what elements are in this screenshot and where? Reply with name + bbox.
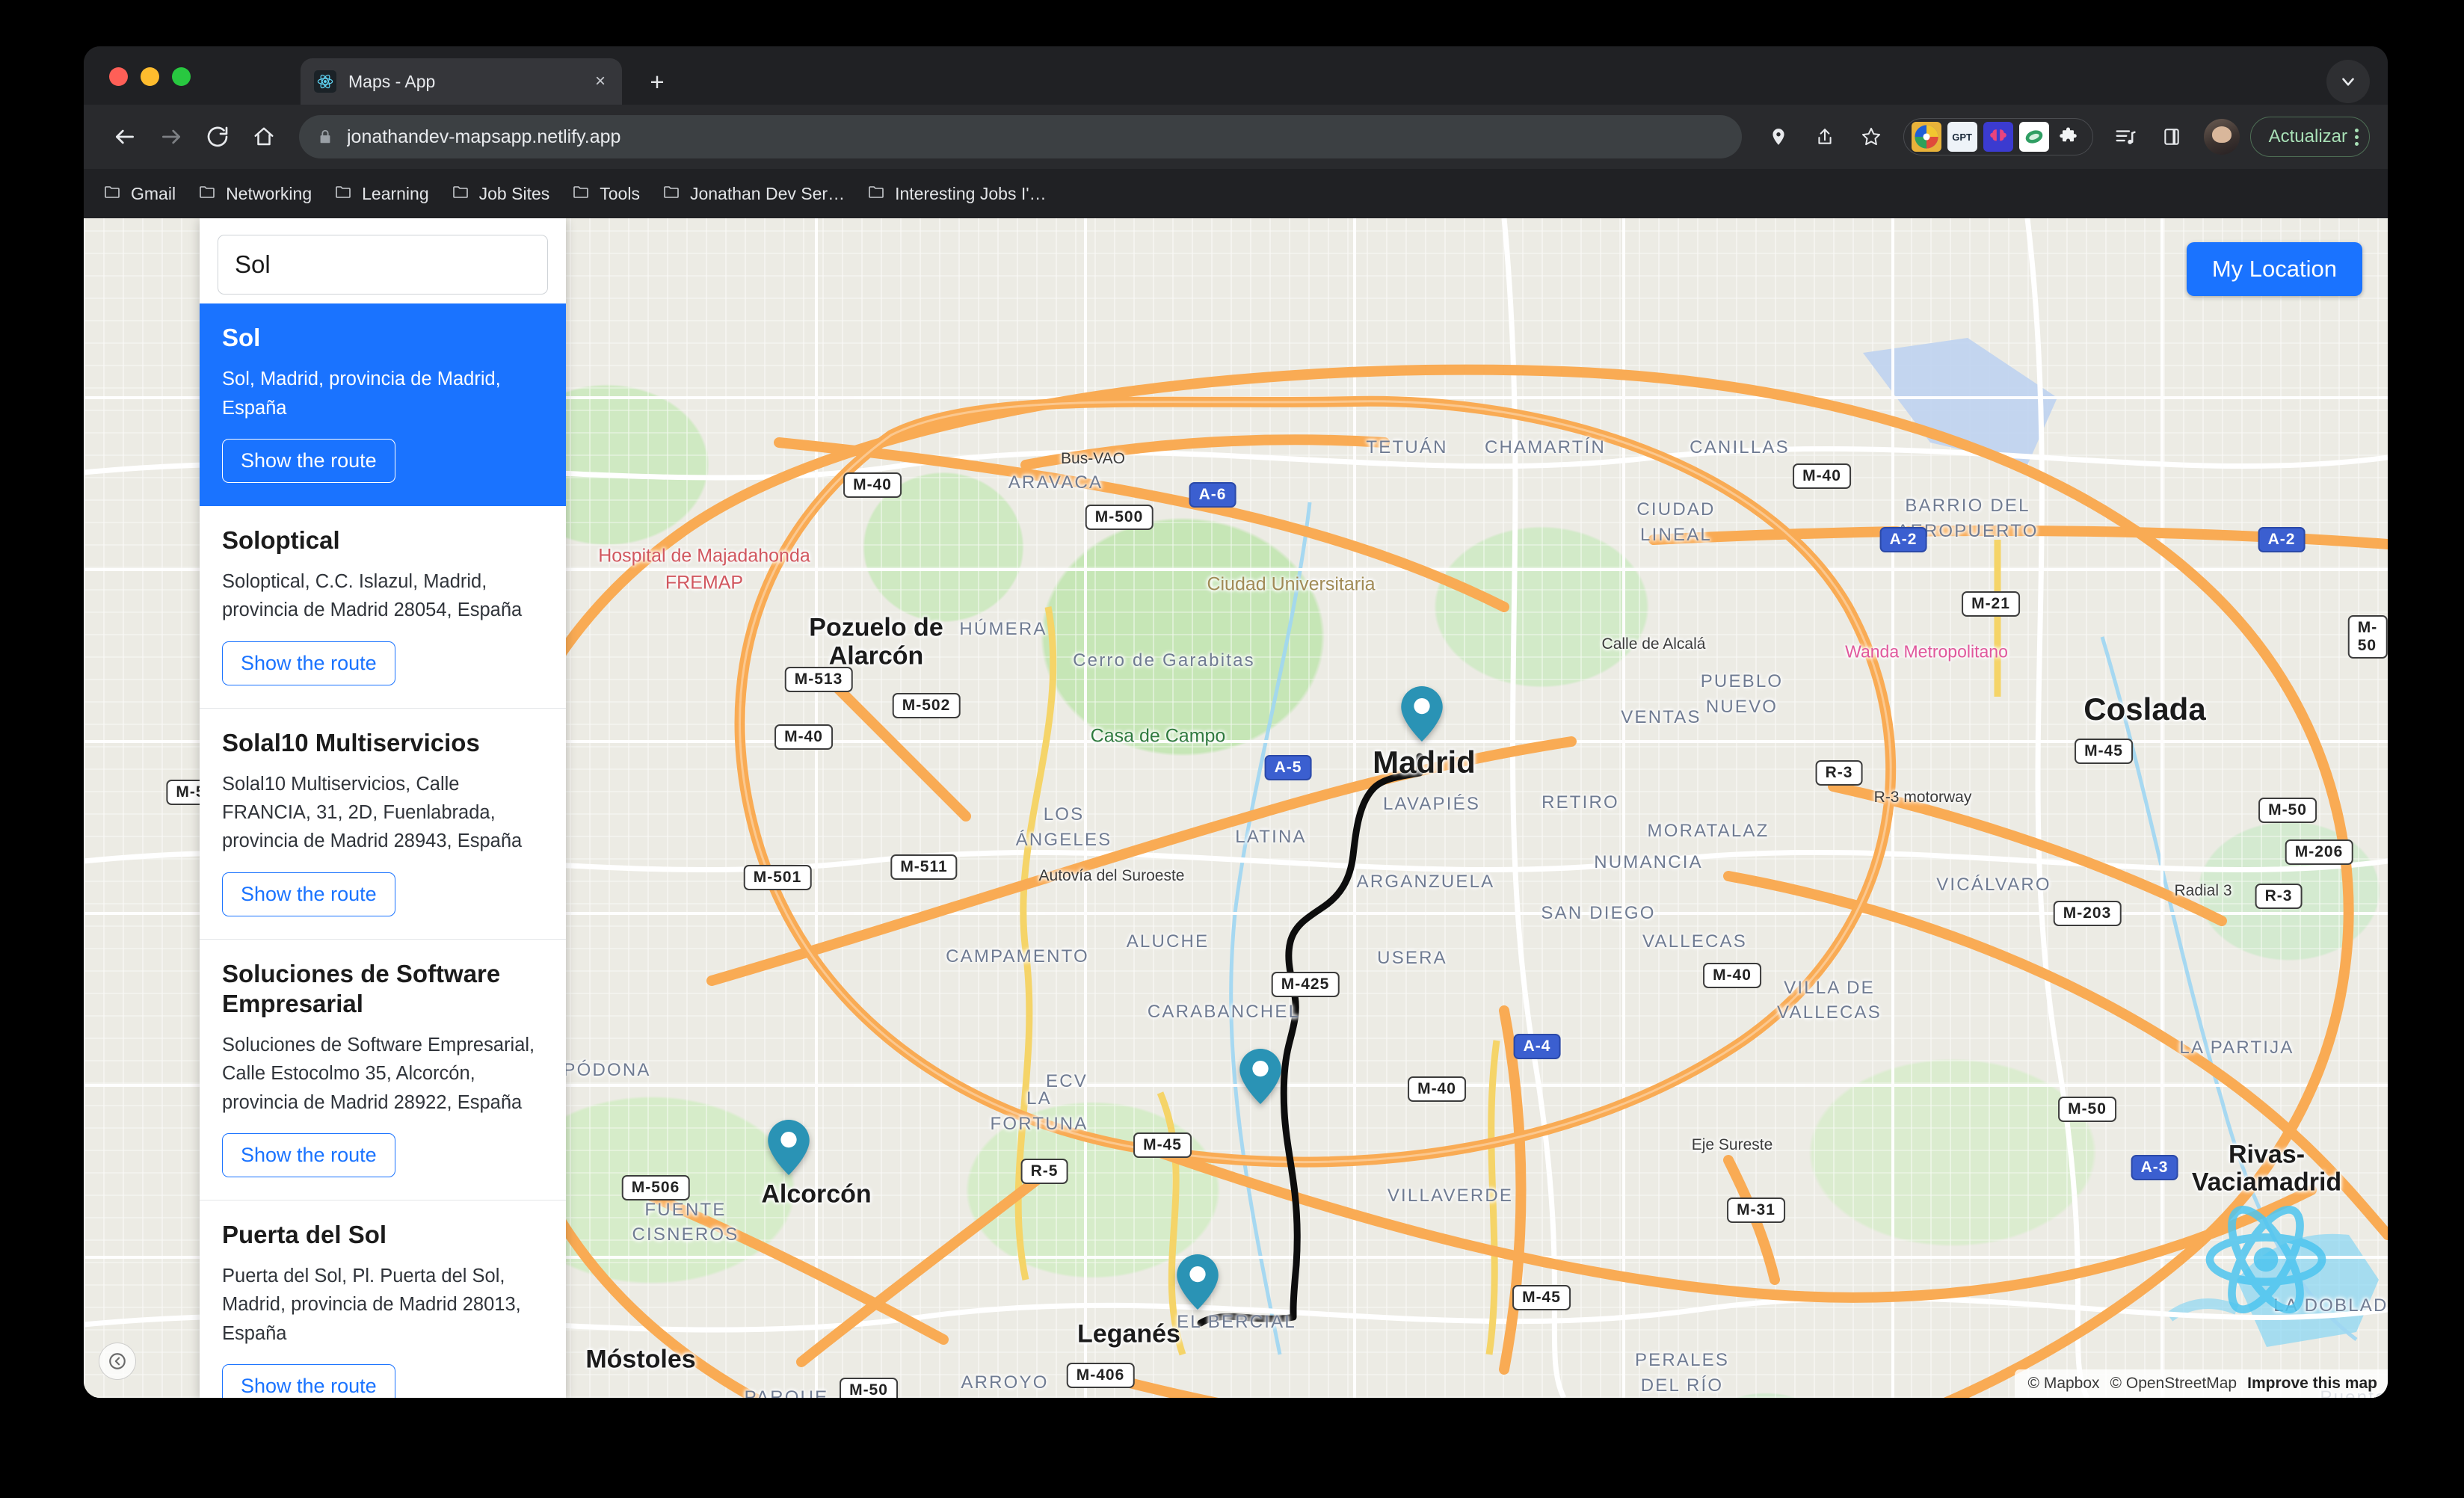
tab-strip: Maps - App × +	[84, 46, 2388, 105]
search-results-list: Sol Sol, Madrid, provincia de Madrid, Esp…	[200, 303, 566, 1398]
search-result-item[interactable]: Sol Sol, Madrid, provincia de Madrid, Esp…	[200, 303, 566, 506]
minimize-window-button[interactable]	[141, 67, 159, 86]
page-viewport: ARAVACA TETUÁN CHAMARTÍN CANILLAS CIUDAD LINE…	[84, 218, 2388, 1398]
show-the-route-button[interactable]: Show the route	[222, 438, 395, 483]
result-name: Soloptical	[222, 525, 340, 554]
marker-leganes[interactable]	[1177, 1254, 1219, 1310]
map-attribution: © Mapbox © OpenStreetMap Improve this ma…	[2014, 1369, 2388, 1398]
tab-title: Maps - App	[348, 71, 436, 91]
url-text: jonathandev-mapsapp.netlify.app	[347, 126, 621, 147]
browser-tab[interactable]: Maps - App ×	[301, 58, 622, 105]
bookmark-item[interactable]: Tools	[572, 182, 640, 205]
result-name: Puerta del Sol	[222, 1220, 387, 1248]
maximize-window-button[interactable]	[172, 67, 191, 86]
bookmark-label: Tools	[600, 183, 640, 203]
address-bar[interactable]: jonathandev-mapsapp.netlify.app	[299, 115, 1742, 158]
result-address: Soloptical, C.C. Islazul, Madrid, provin…	[222, 571, 523, 621]
side-panel-icon[interactable]	[2150, 115, 2193, 158]
bookmark-item[interactable]: Interesting Jobs I'…	[867, 182, 1047, 205]
bookmark-label: Job Sites	[478, 183, 550, 203]
home-button[interactable]	[241, 114, 287, 160]
search-input[interactable]	[218, 235, 548, 295]
navigation-toolbar: jonathandev-mapsapp.netlify.app GPT Actu…	[84, 105, 2388, 169]
share-icon[interactable]	[1803, 115, 1847, 158]
compass-icon[interactable]	[99, 1343, 136, 1380]
reload-button[interactable]	[194, 114, 241, 160]
update-button[interactable]: Actualizar	[2249, 117, 2370, 157]
result-name: Soluciones de Software Empresarial	[222, 959, 501, 1017]
brain-extension-icon[interactable]	[1983, 122, 2013, 152]
result-name: Solal10 Multiservicios	[222, 728, 480, 756]
search-box-container	[200, 218, 566, 303]
marker-soloptical[interactable]	[1239, 1049, 1281, 1104]
result-address: Sol, Madrid, provincia de Madrid, España	[222, 369, 501, 419]
search-result-item[interactable]: Solal10 Multiservicios Solal10 Multiservi…	[200, 709, 566, 940]
bookmark-item[interactable]: Jonathan Dev Ser…	[662, 182, 845, 205]
forward-button[interactable]	[148, 114, 194, 160]
close-tab-icon[interactable]: ×	[589, 70, 612, 93]
extensions-group: GPT	[1903, 118, 2093, 155]
bookmark-item[interactable]: Job Sites	[452, 182, 550, 205]
bookmark-label: Networking	[226, 183, 312, 203]
result-address: Soluciones de Software Empresarial, Call…	[222, 1035, 535, 1113]
avatar[interactable]	[2203, 119, 2240, 155]
colorwheel-extension-icon[interactable]	[1911, 122, 1941, 152]
more-menu-icon[interactable]	[2355, 128, 2359, 146]
browser-window: Maps - App × + jonathandev-mapsapp.netli…	[84, 46, 2388, 1398]
search-result-item[interactable]: Soluciones de Software Empresarial Soluci…	[200, 940, 566, 1200]
chevron-down-icon[interactable]	[2326, 60, 2370, 103]
gpt-extension-icon[interactable]: GPT	[1947, 122, 1977, 152]
show-the-route-button[interactable]: Show the route	[222, 1132, 395, 1177]
back-button[interactable]	[102, 114, 148, 160]
folder-icon	[452, 182, 469, 205]
bookmark-item[interactable]: Learning	[334, 182, 429, 205]
react-logo-watermark	[2202, 1196, 2329, 1323]
bookmark-item[interactable]: Gmail	[103, 182, 176, 205]
bookmark-label: Gmail	[131, 183, 176, 203]
lock-icon	[317, 129, 333, 145]
result-address: Puerta del Sol, Pl. Puerta del Sol, Madr…	[222, 1266, 521, 1344]
marker-alcorcon[interactable]	[768, 1120, 810, 1175]
show-the-route-button[interactable]: Show the route	[222, 872, 395, 916]
bookmark-star-icon[interactable]	[1849, 115, 1893, 158]
bookmark-label: Interesting Jobs I'…	[895, 183, 1047, 203]
folder-icon	[572, 182, 590, 205]
bookmarks-bar: Gmail Networking Learning Job Sites Tools Jon…	[84, 169, 2388, 218]
folder-icon	[198, 182, 216, 205]
result-address: Solal10 Multiservicios, Calle FRANCIA, 3…	[222, 773, 523, 852]
new-tab-button[interactable]: +	[641, 66, 674, 99]
close-window-button[interactable]	[109, 67, 128, 86]
folder-icon	[103, 182, 121, 205]
show-the-route-button[interactable]: Show the route	[222, 1363, 395, 1398]
marker-sol-madrid[interactable]	[1401, 686, 1443, 742]
result-name: Sol	[222, 324, 261, 351]
folder-icon	[662, 182, 680, 205]
search-result-item[interactable]: Puerta del Sol Puerta del Sol, Pl. Puerta…	[200, 1200, 566, 1398]
update-button-label: Actualizar	[2268, 126, 2347, 147]
search-sidebar: Sol Sol, Madrid, provincia de Madrid, Esp…	[200, 218, 566, 1398]
reading-list-icon[interactable]	[2104, 115, 2147, 158]
toolbar-actions: GPT Actualizar	[1757, 115, 2370, 158]
my-location-button[interactable]: My Location	[2186, 242, 2362, 296]
improve-map-link[interactable]: Improve this map	[2247, 1375, 2377, 1393]
location-pin-icon[interactable]	[1757, 115, 1800, 158]
osm-attribution[interactable]: © OpenStreetMap	[2110, 1375, 2237, 1393]
react-favicon-icon	[314, 70, 336, 93]
folder-icon	[867, 182, 885, 205]
folder-icon	[334, 182, 352, 205]
bookmark-label: Learning	[362, 183, 429, 203]
window-traffic-lights	[109, 67, 191, 86]
bookmark-label: Jonathan Dev Ser…	[689, 183, 846, 203]
search-result-item[interactable]: Soloptical Soloptical, C.C. Islazul, Madr…	[200, 506, 566, 709]
mapbox-attribution[interactable]: © Mapbox	[2028, 1375, 2100, 1393]
show-the-route-button[interactable]: Show the route	[222, 641, 395, 685]
bookmark-item[interactable]: Networking	[198, 182, 312, 205]
puzzle-extension-icon[interactable]	[2055, 122, 2085, 152]
green-extension-icon[interactable]	[2018, 122, 2049, 152]
